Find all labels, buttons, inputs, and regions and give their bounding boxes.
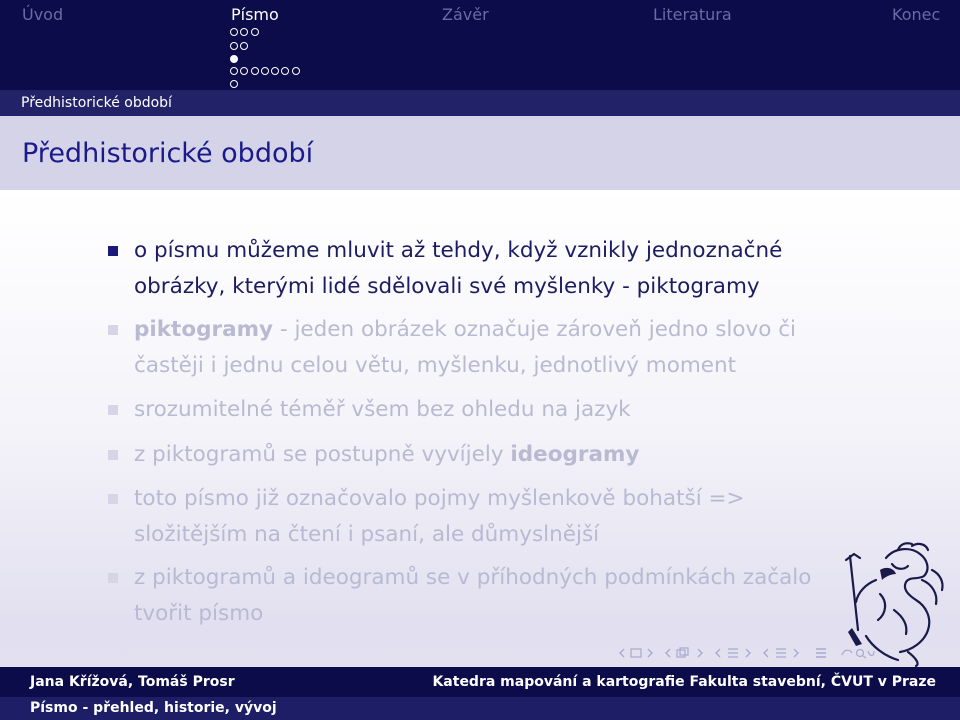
list-item: z piktogramů a ideogramů se v příhodných… xyxy=(134,560,894,632)
list-item-line: piktogramy - jeden obrázek označuje záro… xyxy=(134,312,894,348)
arrow-left-icon[interactable] xyxy=(618,648,626,658)
subsection-label[interactable]: Předhistorické období xyxy=(21,95,172,111)
frame-dot[interactable] xyxy=(230,42,238,50)
nav-section-konec[interactable]: Konec xyxy=(892,5,940,24)
nav-section-zaver[interactable]: Závěr xyxy=(442,5,489,24)
footer-title-bar: Písmo - přehled, historie, vývoj xyxy=(0,697,960,720)
frame-dot[interactable] xyxy=(291,67,300,75)
current-frame-dot[interactable] xyxy=(230,55,238,63)
bullet-marker xyxy=(108,573,118,583)
frame-dot[interactable] xyxy=(240,28,249,36)
nav-section-uvod[interactable]: Úvod xyxy=(22,5,63,24)
list-item: piktogramy - jeden obrázek označuje záro… xyxy=(134,312,894,384)
arrow-right-icon[interactable] xyxy=(744,648,752,658)
nav-section-pismo[interactable]: Písmo xyxy=(231,5,279,24)
footer-authors: Jana Křížová, Tomáš Prosr xyxy=(30,674,235,690)
subsection-icon[interactable] xyxy=(676,647,692,659)
arrow-left-icon[interactable] xyxy=(664,648,672,658)
footer-talk-title: Písmo - přehled, historie, vývoj xyxy=(30,700,277,716)
section-icon[interactable] xyxy=(726,647,740,659)
footer-bar: Jana Křížová, Tomáš Prosr Katedra mapová… xyxy=(0,667,960,697)
list-item-line: složitějším na čtení i psaní, ale důmysl… xyxy=(134,522,600,547)
section-icon[interactable] xyxy=(774,647,788,659)
search-icon[interactable] xyxy=(840,647,876,659)
frame-dot[interactable] xyxy=(250,28,259,36)
frame-dot[interactable] xyxy=(230,28,238,36)
frame-dot[interactable] xyxy=(240,67,249,75)
list-item-line: toto písmo již označovalo pojmy myšlenko… xyxy=(134,486,745,511)
list-item-text: z piktogramů se postupně vyvíjely xyxy=(134,442,511,467)
list-item: o písmu můžeme mluvit až tehdy, když vzn… xyxy=(134,233,894,305)
list-item-line: o písmu můžeme mluvit až tehdy, když vzn… xyxy=(134,238,783,263)
nav-dots-row-5 xyxy=(230,78,240,90)
align-icon[interactable] xyxy=(814,647,828,659)
list-item-line: tvořit písmo xyxy=(134,601,264,626)
bullet-marker xyxy=(108,246,118,256)
beamer-navigation xyxy=(618,644,876,662)
top-navigation: Úvod Písmo Závěr Literatura Konec xyxy=(0,0,960,90)
nav-dots-row-1 xyxy=(230,26,261,38)
list-item-line: obrázky, kterými lidé sdělovali své myšl… xyxy=(134,274,760,299)
list-item: toto písmo již označovalo pojmy myšlenko… xyxy=(134,481,894,553)
frame-dot[interactable] xyxy=(281,67,290,75)
arrow-left-icon[interactable] xyxy=(762,648,770,658)
frame-dot[interactable] xyxy=(250,67,259,75)
frame-icon[interactable] xyxy=(630,648,642,658)
keyword: ideogramy xyxy=(510,442,640,467)
list-item-line: častěji i jednu celou větu, myšlenku, je… xyxy=(134,353,737,378)
list-item-line: srozumitelné téměř všem bez ohledu na ja… xyxy=(134,397,631,422)
arrow-right-icon[interactable] xyxy=(792,648,800,658)
arrow-right-icon[interactable] xyxy=(696,648,704,658)
frame-dot[interactable] xyxy=(271,67,280,75)
nav-dots-row-2 xyxy=(230,40,251,52)
arrow-left-icon[interactable] xyxy=(714,648,722,658)
frame-title: Předhistorické období xyxy=(22,138,314,169)
nav-section-literatura[interactable]: Literatura xyxy=(653,5,732,24)
arrow-right-icon[interactable] xyxy=(646,648,654,658)
bullet-marker xyxy=(108,450,118,460)
subsection-bar: Předhistorické období xyxy=(0,90,960,116)
bullet-marker xyxy=(108,325,118,335)
nav-dots-row-3 xyxy=(230,53,240,65)
nav-dots-row-4 xyxy=(230,65,302,77)
frame-dot[interactable] xyxy=(260,67,269,75)
bullet-marker xyxy=(108,405,118,415)
list-item-line: z piktogramů se postupně vyvíjely ideogr… xyxy=(134,437,894,473)
list-item: z piktogramů se postupně vyvíjely ideogr… xyxy=(134,437,894,473)
list-item-line: z piktogramů a ideogramů se v příhodných… xyxy=(134,565,812,590)
frame-dot[interactable] xyxy=(240,42,249,50)
footer-institution: Katedra mapování a kartografie Fakulta s… xyxy=(432,674,936,690)
list-item: srozumitelné téměř všem bez ohledu na ja… xyxy=(134,392,894,428)
keyword: piktogramy xyxy=(134,317,274,342)
bullet-marker xyxy=(108,494,118,504)
frame-dot[interactable] xyxy=(230,67,238,75)
list-item-text: - jeden obrázek označuje zároveň jedno s… xyxy=(273,317,797,342)
frame-dot[interactable] xyxy=(230,80,238,88)
frame-title-bar: Předhistorické období xyxy=(0,116,960,190)
